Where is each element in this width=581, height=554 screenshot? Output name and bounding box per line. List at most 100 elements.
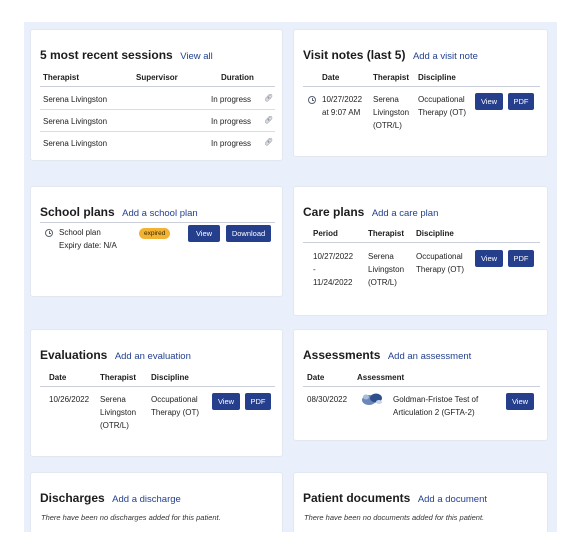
- status-badge: expired: [139, 228, 171, 239]
- th-therapist: Therapist: [373, 73, 410, 82]
- th-date: Date: [307, 373, 325, 382]
- sessions-title: 5 most recent sessions: [40, 48, 173, 62]
- evaluations-title: Evaluations: [40, 348, 108, 362]
- therapist-last-name: Livingston: [373, 108, 410, 117]
- patient-documents-header: Patient documents Add a document: [303, 489, 487, 507]
- period-end: 11/24/2022: [313, 278, 353, 287]
- view-all-link[interactable]: View all: [180, 51, 213, 62]
- assessments-card: Assessments Add an assessment Date Asses…: [293, 329, 548, 441]
- discipline-line: Occupational: [418, 95, 465, 104]
- pdf-button[interactable]: PDF: [245, 393, 271, 410]
- therapist-credential: (OTR/L): [368, 278, 397, 287]
- evaluations-header: Evaluations Add an evaluation: [40, 346, 191, 364]
- session-therapist: Serena Livingston: [43, 95, 108, 104]
- school-plans-title: School plans: [40, 205, 115, 219]
- discipline-line: Occupational: [151, 395, 198, 404]
- th-discipline: Discipline: [418, 73, 456, 82]
- th-therapist: Therapist: [43, 73, 80, 82]
- th-duration: Duration: [221, 73, 254, 82]
- add-assessment-link[interactable]: Add an assessment: [388, 351, 471, 362]
- documents-empty-message: There have been no documents added for t…: [304, 513, 485, 522]
- download-button[interactable]: Download: [226, 225, 271, 242]
- school-plan-expiry: Expiry date: N/A: [59, 241, 117, 250]
- th-therapist: Therapist: [100, 373, 137, 382]
- th-therapist: Therapist: [368, 229, 405, 238]
- therapist-first-name: Serena: [373, 95, 399, 104]
- add-visit-note-link[interactable]: Add a visit note: [413, 51, 478, 62]
- therapist-first-name: Serena: [368, 252, 394, 261]
- clock-icon: [45, 229, 53, 237]
- link-icon[interactable]: 🔗︎: [264, 94, 273, 102]
- session-duration: In progress: [211, 139, 252, 148]
- discharges-empty-message: There have been no discharges added for …: [41, 513, 221, 522]
- period-start: 10/27/2022: [313, 252, 354, 261]
- care-plans-title: Care plans: [303, 205, 365, 219]
- add-evaluation-link[interactable]: Add an evaluation: [115, 351, 191, 362]
- discharges-card: Discharges Add a discharge There have be…: [30, 472, 283, 532]
- visit-notes-header: Visit notes (last 5) Add a visit note: [303, 46, 478, 64]
- assessment-date: 08/30/2022: [307, 395, 348, 404]
- add-document-link[interactable]: Add a document: [418, 494, 487, 505]
- add-care-plan-link[interactable]: Add a care plan: [372, 208, 439, 219]
- link-icon[interactable]: 🔗︎: [264, 116, 273, 124]
- therapist-first-name: Serena: [100, 395, 126, 404]
- discipline-line: Occupational: [416, 252, 463, 261]
- therapist-credential: (OTR/L): [100, 421, 129, 430]
- header-divider: [40, 222, 275, 223]
- therapist-credential: (OTR/L): [373, 121, 402, 130]
- discharges-header: Discharges Add a discharge: [40, 489, 181, 507]
- th-discipline: Discipline: [151, 373, 189, 382]
- note-date: 10/27/2022 at 9:07 AM: [322, 93, 362, 119]
- link-icon[interactable]: 🔗︎: [264, 138, 273, 146]
- th-period: Period: [313, 229, 338, 238]
- note-therapist: Serena Livingston (OTR/L): [373, 93, 409, 132]
- school-plan-name: School plan: [59, 228, 101, 237]
- visit-notes-card: Visit notes (last 5) Add a visit note Da…: [293, 29, 548, 157]
- th-date: Date: [49, 373, 67, 382]
- view-button[interactable]: View: [506, 393, 534, 410]
- assessment-name-line: Goldman-Fristoe Test of: [393, 395, 479, 404]
- dashboard-canvas: 5 most recent sessions View all Therapis…: [24, 22, 557, 532]
- care-plan-discipline: Occupational Therapy (OT): [416, 250, 464, 276]
- discipline-line: Therapy (OT): [418, 108, 467, 117]
- evaluation-therapist: Serena Livingston (OTR/L): [100, 393, 136, 432]
- session-duration: In progress: [211, 117, 252, 126]
- th-supervisor: Supervisor: [136, 73, 178, 82]
- header-divider: [303, 86, 540, 87]
- clock-icon: [308, 96, 316, 104]
- assessments-header: Assessments Add an assessment: [303, 346, 471, 364]
- note-time-line: at 9:07 AM: [322, 108, 361, 117]
- add-discharge-link[interactable]: Add a discharge: [112, 494, 181, 505]
- header-divider: [303, 386, 540, 387]
- view-button[interactable]: View: [475, 250, 503, 267]
- row-divider: [40, 109, 275, 110]
- assessment-name: Goldman-Fristoe Test of Articulation 2 (…: [393, 393, 478, 419]
- evaluation-discipline: Occupational Therapy (OT): [151, 393, 199, 419]
- note-date-line: 10/27/2022: [322, 95, 363, 104]
- school-plans-header: School plans Add a school plan: [40, 203, 198, 221]
- patient-documents-title: Patient documents: [303, 491, 411, 505]
- row-divider: [40, 131, 275, 132]
- session-therapist: Serena Livingston: [43, 117, 108, 126]
- discipline-line: Therapy (OT): [151, 408, 200, 417]
- add-school-plan-link[interactable]: Add a school plan: [122, 208, 198, 219]
- discharges-title: Discharges: [40, 491, 105, 505]
- care-plans-header: Care plans Add a care plan: [303, 203, 438, 221]
- therapist-last-name: Livingston: [368, 265, 405, 274]
- school-plans-card: School plans Add a school plan School pl…: [30, 186, 283, 297]
- view-button[interactable]: View: [212, 393, 240, 410]
- assessments-title: Assessments: [303, 348, 381, 362]
- view-button[interactable]: View: [475, 93, 503, 110]
- pdf-button[interactable]: PDF: [508, 250, 534, 267]
- visit-notes-title: Visit notes (last 5): [303, 48, 406, 62]
- care-plan-therapist: Serena Livingston (OTR/L): [368, 250, 404, 289]
- th-assessment: Assessment: [357, 373, 405, 382]
- sessions-header: 5 most recent sessions View all: [40, 46, 213, 64]
- pdf-button[interactable]: PDF: [508, 93, 534, 110]
- header-divider: [40, 386, 275, 387]
- header-divider: [303, 242, 540, 243]
- evaluation-date: 10/26/2022: [49, 395, 90, 404]
- assessment-thumbnail-icon: [362, 393, 382, 405]
- view-button[interactable]: View: [188, 225, 220, 242]
- note-discipline: Occupational Therapy (OT): [418, 93, 466, 119]
